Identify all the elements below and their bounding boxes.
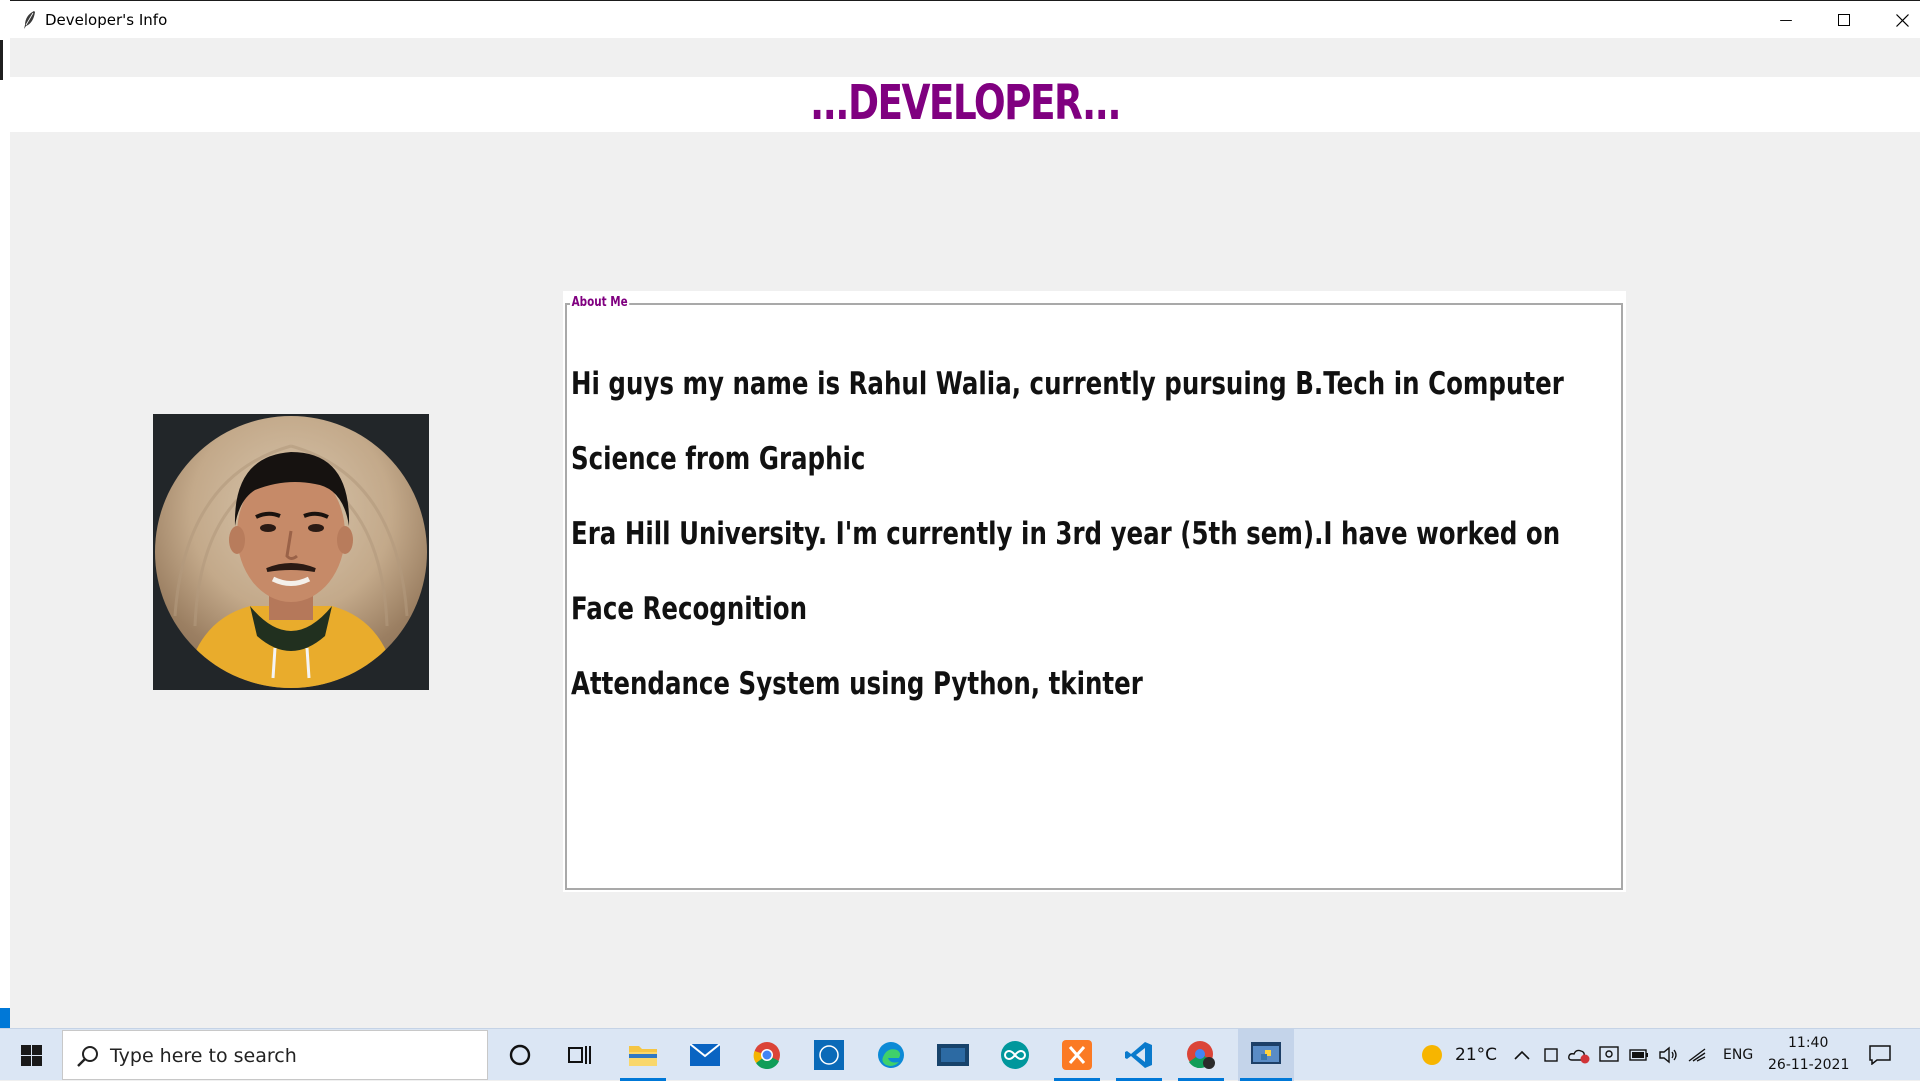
task-view-icon bbox=[568, 1046, 591, 1064]
about-me-legend: About Me bbox=[570, 295, 630, 310]
taskbar-search-box[interactable]: Type here to search bbox=[62, 1030, 488, 1080]
background-window-mark bbox=[0, 40, 3, 80]
taskbar-mail[interactable] bbox=[680, 1029, 730, 1081]
dell-icon bbox=[814, 1040, 844, 1070]
folder-icon bbox=[629, 1046, 657, 1066]
tray-security[interactable] bbox=[1596, 1029, 1622, 1081]
header-banner: ...DEVELOPER... bbox=[10, 75, 1920, 132]
weather-widget[interactable] bbox=[1412, 1029, 1452, 1081]
search-icon bbox=[77, 1046, 98, 1067]
taskbar-vscode[interactable] bbox=[1114, 1029, 1164, 1081]
background-window-accent bbox=[0, 1008, 10, 1028]
search-placeholder[interactable]: Type here to search bbox=[110, 1045, 297, 1067]
taskbar-uno-app[interactable] bbox=[928, 1029, 978, 1081]
battery-icon bbox=[1629, 1049, 1648, 1061]
tray-wifi[interactable] bbox=[1684, 1029, 1710, 1081]
chrome-icon bbox=[753, 1042, 780, 1069]
sun-icon bbox=[1422, 1045, 1442, 1065]
taskbar-edge[interactable] bbox=[866, 1029, 916, 1081]
meet-now-icon bbox=[1544, 1048, 1558, 1062]
page-title: ...DEVELOPER... bbox=[809, 75, 1122, 131]
portrait-image bbox=[173, 444, 409, 688]
taskbar-chrome-profile[interactable] bbox=[1176, 1029, 1226, 1081]
clock-date[interactable]: 26-11-2021 bbox=[1768, 1057, 1849, 1073]
wifi-icon bbox=[1688, 1048, 1706, 1062]
volume-icon bbox=[1659, 1046, 1677, 1064]
tray-battery[interactable] bbox=[1626, 1029, 1652, 1081]
minimize-button[interactable]: — bbox=[1757, 1, 1815, 39]
chrome-profile-icon bbox=[1187, 1041, 1215, 1069]
task-view-button[interactable] bbox=[555, 1029, 605, 1081]
about-me-panel: About Me Hi guys my name is Rahul Walia,… bbox=[563, 291, 1626, 892]
chevron-up-icon bbox=[1514, 1050, 1530, 1060]
python-window-icon bbox=[1251, 1042, 1281, 1064]
language-indicator[interactable]: ENG bbox=[1723, 1047, 1753, 1063]
xampp-icon bbox=[1062, 1040, 1092, 1070]
developer-info-window: Developer's Info — ...DEVELOPER... About… bbox=[10, 0, 1920, 1028]
cortana-button[interactable] bbox=[495, 1029, 545, 1081]
uno-board-icon bbox=[937, 1044, 969, 1066]
taskbar-xampp[interactable] bbox=[1052, 1029, 1102, 1081]
taskbar-dell-app[interactable] bbox=[804, 1029, 854, 1081]
mail-icon bbox=[690, 1044, 720, 1066]
taskbar-file-explorer[interactable] bbox=[618, 1029, 668, 1081]
developer-photo bbox=[153, 414, 429, 690]
notification-icon bbox=[1869, 1045, 1891, 1065]
action-center-button[interactable] bbox=[1860, 1029, 1900, 1081]
taskbar-python-tk[interactable] bbox=[1238, 1029, 1294, 1081]
tray-onedrive[interactable] bbox=[1566, 1029, 1592, 1081]
cortana-icon bbox=[509, 1044, 531, 1066]
show-hidden-icons-button[interactable] bbox=[1508, 1029, 1536, 1081]
profile-avatar bbox=[155, 416, 427, 688]
weather-temperature[interactable]: 21°C bbox=[1455, 1045, 1497, 1065]
clock-time[interactable]: 11:40 bbox=[1788, 1035, 1828, 1051]
close-button[interactable] bbox=[1873, 1, 1920, 39]
tray-volume[interactable] bbox=[1655, 1029, 1681, 1081]
arduino-icon bbox=[1001, 1041, 1029, 1069]
taskbar: Type here to search 21°C ENG 11:40 26-11… bbox=[0, 1028, 1920, 1081]
close-icon bbox=[1895, 13, 1909, 27]
vscode-icon bbox=[1125, 1042, 1152, 1068]
windows-logo-icon bbox=[20, 1044, 42, 1066]
cloud-error-icon bbox=[1568, 1049, 1590, 1064]
minimize-icon: — bbox=[1779, 12, 1793, 28]
edge-icon bbox=[878, 1042, 904, 1068]
taskbar-arduino[interactable] bbox=[990, 1029, 1040, 1081]
window-title: Developer's Info bbox=[45, 11, 168, 29]
title-bar[interactable]: Developer's Info — bbox=[10, 0, 1920, 38]
background-window-edge bbox=[0, 0, 10, 1028]
maximize-icon bbox=[1838, 14, 1850, 26]
security-icon bbox=[1599, 1046, 1619, 1062]
maximize-button[interactable] bbox=[1815, 1, 1873, 39]
feather-app-icon bbox=[24, 11, 35, 29]
taskbar-chrome[interactable] bbox=[742, 1029, 792, 1081]
about-me-text: Hi guys my name is Rahul Walia, currentl… bbox=[571, 366, 1564, 702]
tray-meet-now[interactable] bbox=[1539, 1029, 1563, 1081]
start-button[interactable] bbox=[0, 1029, 62, 1081]
